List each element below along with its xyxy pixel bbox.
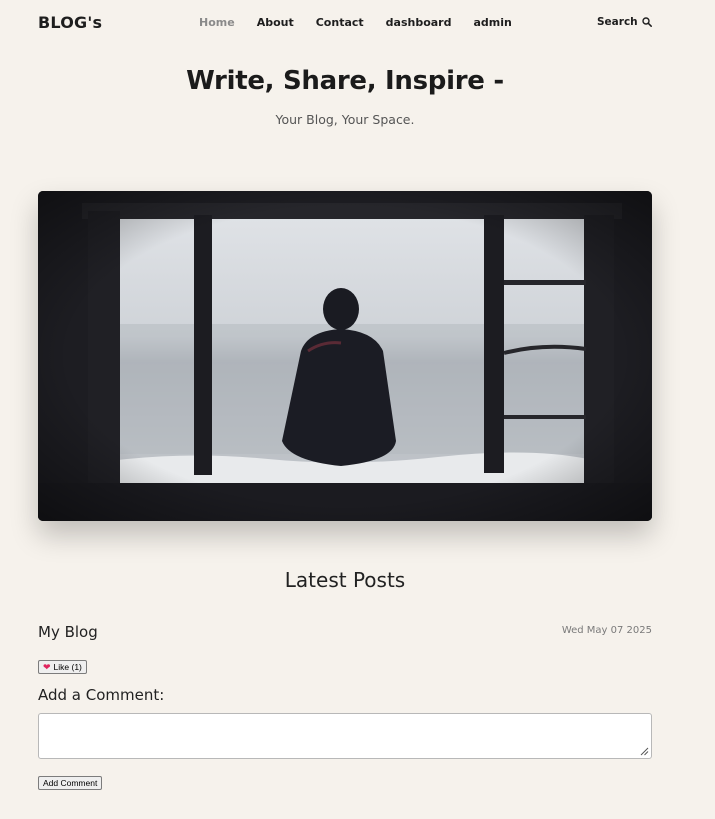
like-button[interactable]: ❤ Like (1) [38, 660, 87, 674]
site-logo[interactable]: BLOG's [38, 13, 102, 32]
nav-item-admin[interactable]: admin [473, 16, 511, 29]
post-date: Wed May 07 2025 [561, 625, 652, 636]
resize-handle-icon[interactable] [640, 747, 649, 756]
like-label: Like (1) [53, 662, 82, 672]
add-comment-button[interactable]: Add Comment [38, 776, 103, 790]
search-button[interactable]: Search [597, 16, 652, 28]
hero-subtitle: Your Blog, Your Space. [275, 112, 415, 127]
comment-textarea[interactable] [38, 713, 652, 759]
latest-posts-heading: Latest Posts [284, 568, 406, 592]
search-icon [641, 17, 652, 27]
hero-title: Write, Share, Inspire - [186, 66, 504, 96]
nav-item-dashboard[interactable]: dashboard [386, 16, 452, 29]
post-title[interactable]: My Blog [38, 623, 98, 641]
nav-item-home[interactable]: Home [199, 16, 235, 29]
search-label: Search [597, 16, 638, 28]
comment-label: Add a Comment: [38, 686, 165, 704]
nav-item-contact[interactable]: Contact [316, 16, 364, 29]
heart-icon: ❤ [43, 661, 51, 672]
nav-item-about[interactable]: About [257, 16, 294, 29]
top-nav: BLOG's Home About Contact dashboard admi… [0, 0, 715, 46]
hero-image [38, 191, 652, 521]
nav-menu: Home About Contact dashboard admin [199, 16, 534, 29]
